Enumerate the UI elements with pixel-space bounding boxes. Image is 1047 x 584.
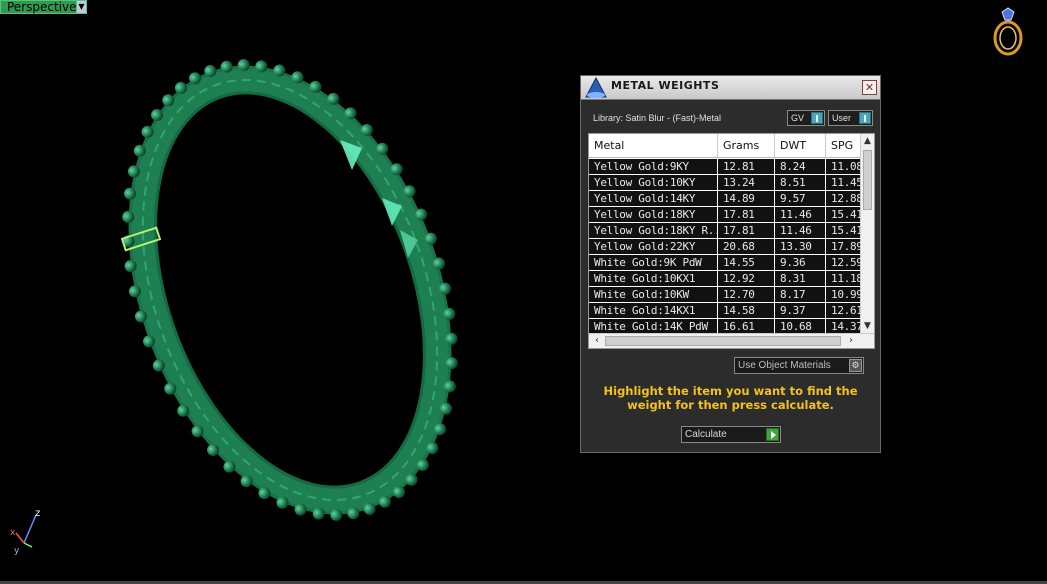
cell-grams: 12.81 — [718, 159, 775, 175]
column-header-dwt[interactable]: DWT — [775, 134, 826, 158]
cell-grams: 20.68 — [718, 239, 775, 255]
cell-spg: 11.18 — [826, 271, 861, 287]
cell-spg: 12.61 — [826, 303, 861, 319]
cell-spg: 11.45 — [826, 175, 861, 191]
calculate-button-label: Calculate — [685, 429, 727, 440]
scroll-left-icon[interactable]: ‹ — [590, 334, 604, 348]
horizontal-scrollbar[interactable]: ‹ › — [589, 333, 874, 348]
table-row[interactable]: Yellow Gold:9KY 12.81 8.24 11.08 — [589, 159, 861, 175]
toggle-icon — [859, 112, 871, 124]
axis-z-label: z — [35, 508, 40, 519]
table-row[interactable]: White Gold:10KX1 12.92 8.31 11.18 — [589, 271, 861, 287]
cell-metal: White Gold:14K PdW — [589, 319, 718, 333]
cell-metal: Yellow Gold:14KY — [589, 191, 718, 207]
table-header: Metal Grams DWT SPG — [589, 134, 866, 158]
play-icon — [766, 428, 779, 441]
cell-grams: 14.58 — [718, 303, 775, 319]
close-button[interactable]: ✕ — [862, 80, 877, 95]
cell-grams: 12.92 — [718, 271, 775, 287]
cell-metal: Yellow Gold:18KY R... — [589, 223, 718, 239]
library-label: Library: Satin Blur - (Fast)-Metal — [593, 113, 722, 123]
cell-metal: Yellow Gold:22KY — [589, 239, 718, 255]
table-row[interactable]: Yellow Gold:10KY 13.24 8.51 11.45 — [589, 175, 861, 191]
cell-dwt: 13.30 — [775, 239, 826, 255]
scroll-down-icon[interactable]: ▼ — [861, 320, 874, 332]
cell-spg: 11.08 — [826, 159, 861, 175]
cell-dwt: 8.24 — [775, 159, 826, 175]
table-row[interactable]: White Gold:14K PdW 16.61 10.68 14.37 — [589, 319, 861, 333]
instruction-text: Highlight the item you want to find the … — [603, 384, 858, 412]
table-row[interactable]: Yellow Gold:18KY R... 17.81 11.46 15.41 — [589, 223, 861, 239]
vertical-scrollbar[interactable]: ▲ ▼ — [860, 134, 874, 333]
axis-y-label: y — [14, 546, 20, 556]
cell-spg: 14.37 — [826, 319, 861, 333]
calculate-button[interactable]: Calculate — [681, 426, 781, 443]
cell-metal: White Gold:10KX1 — [589, 271, 718, 287]
metal-weights-panel: METAL WEIGHTS ✕ Library: Satin Blur - (F… — [580, 75, 881, 453]
column-header-grams[interactable]: Grams — [718, 134, 775, 158]
scroll-thumb[interactable] — [605, 336, 841, 346]
cell-grams: 13.24 — [718, 175, 775, 191]
axis-gizmo: z x y — [10, 508, 40, 556]
materials-dropdown-value: Use Object Materials — [738, 360, 831, 371]
cell-dwt: 9.36 — [775, 255, 826, 271]
app-logo-icon — [585, 76, 607, 98]
scroll-right-icon[interactable]: › — [844, 334, 858, 348]
table-row[interactable]: White Gold:10KW 12.70 8.17 10.99 — [589, 287, 861, 303]
cell-grams: 16.61 — [718, 319, 775, 333]
cell-dwt: 8.51 — [775, 175, 826, 191]
cell-metal: White Gold:10KW — [589, 287, 718, 303]
cell-spg: 15.41 — [826, 207, 861, 223]
cell-dwt: 8.17 — [775, 287, 826, 303]
metal-table[interactable]: Metal Grams DWT SPG Yellow Gold:9KY 12.81… — [588, 133, 875, 349]
panel-titlebar[interactable]: METAL WEIGHTS ✕ — [581, 76, 880, 100]
ring-icon[interactable] — [988, 6, 1028, 58]
user-button-label: User — [832, 113, 852, 123]
cell-dwt: 9.57 — [775, 191, 826, 207]
table-row[interactable]: White Gold:14KX1 14.58 9.37 12.61 — [589, 303, 861, 319]
table-body: Yellow Gold:9KY 12.81 8.24 11.08 Yellow Gold… — [589, 159, 861, 333]
table-row[interactable]: Yellow Gold:14KY 14.89 9.57 12.88 — [589, 191, 861, 207]
cell-metal: Yellow Gold:9KY — [589, 159, 718, 175]
panel-title: METAL WEIGHTS — [611, 79, 720, 92]
cell-dwt: 8.31 — [775, 271, 826, 287]
cell-spg: 17.89 — [826, 239, 861, 255]
scroll-up-icon[interactable]: ▲ — [861, 135, 874, 147]
cell-spg: 12.88 — [826, 191, 861, 207]
axis-x-label: x — [10, 528, 16, 538]
cell-dwt: 11.46 — [775, 223, 826, 239]
cell-metal: White Gold:9K PdW — [589, 255, 718, 271]
cell-grams: 12.70 — [718, 287, 775, 303]
materials-dropdown[interactable]: Use Object Materials ⚙ — [734, 357, 864, 374]
3d-viewport[interactable]: Perspective ▼ z x y — [0, 0, 1047, 584]
cell-spg: 15.41 — [826, 223, 861, 239]
cell-metal: Yellow Gold:10KY — [589, 175, 718, 191]
cell-grams: 14.55 — [718, 255, 775, 271]
gv-button-label: GV — [791, 113, 805, 123]
scroll-thumb[interactable] — [863, 150, 872, 210]
cell-metal: White Gold:14KX1 — [589, 303, 718, 319]
table-row[interactable]: White Gold:9K PdW 14.55 9.36 12.59 — [589, 255, 861, 271]
gv-button[interactable]: GV — [787, 110, 825, 126]
cell-spg: 10.99 — [826, 287, 861, 303]
table-row[interactable]: Yellow Gold:18KY 17.81 11.46 15.41 — [589, 207, 861, 223]
cell-grams: 14.89 — [718, 191, 775, 207]
cell-grams: 17.81 — [718, 207, 775, 223]
user-button[interactable]: User — [828, 110, 873, 126]
cell-spg: 12.59 — [826, 255, 861, 271]
column-header-metal[interactable]: Metal — [589, 134, 718, 158]
toggle-icon — [811, 112, 823, 124]
ring-model[interactable] — [0, 0, 580, 584]
cell-grams: 17.81 — [718, 223, 775, 239]
cell-dwt: 10.68 — [775, 319, 826, 333]
gear-icon[interactable]: ⚙ — [849, 359, 862, 372]
cell-dwt: 9.37 — [775, 303, 826, 319]
cell-dwt: 11.46 — [775, 207, 826, 223]
table-row[interactable]: Yellow Gold:22KY 20.68 13.30 17.89 — [589, 239, 861, 255]
cell-metal: Yellow Gold:18KY — [589, 207, 718, 223]
